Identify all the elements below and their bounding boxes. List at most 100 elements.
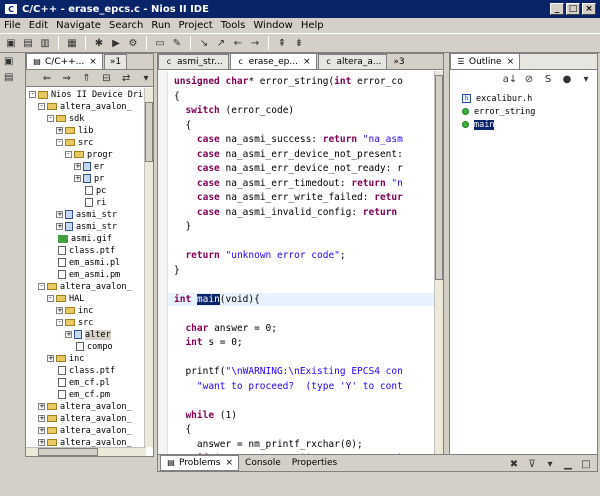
- filter-icon[interactable]: ⊽: [525, 457, 539, 471]
- collapse-icon[interactable]: -: [65, 151, 72, 158]
- expand-icon[interactable]: +: [38, 403, 45, 410]
- external-tools-icon[interactable]: ⚙: [126, 36, 140, 50]
- tree-node[interactable]: + pr: [74, 173, 104, 184]
- pen-icon[interactable]: ✎: [170, 36, 184, 50]
- tree-node[interactable]: + inc: [56, 305, 93, 316]
- tree-node[interactable]: - progr: [65, 149, 113, 160]
- menu-item-edit[interactable]: Edit: [29, 20, 48, 31]
- expand-icon[interactable]: +: [56, 307, 63, 314]
- tree-node[interactable]: + alter: [65, 329, 111, 340]
- collapse-icon[interactable]: -: [29, 91, 36, 98]
- tab-properties[interactable]: Properties: [287, 456, 342, 470]
- new-icon[interactable]: ▣: [4, 36, 18, 50]
- perspective-icon[interactable]: ▣: [4, 56, 18, 70]
- forward-nav-icon[interactable]: ⇒: [60, 71, 74, 85]
- view-menu-icon[interactable]: ▾: [543, 457, 557, 471]
- tree-node[interactable]: + lib: [56, 125, 93, 136]
- delete-icon[interactable]: ✖: [507, 457, 521, 471]
- view-menu-icon[interactable]: ▾: [139, 71, 153, 85]
- close-icon[interactable]: ×: [303, 57, 311, 67]
- link-icon[interactable]: ⇄: [119, 71, 133, 85]
- menu-item-help[interactable]: Help: [301, 20, 324, 31]
- tab-outline[interactable]: ☰ Outline ×: [450, 53, 521, 69]
- tree-node[interactable]: + inc: [47, 353, 84, 364]
- up-icon[interactable]: ⇑: [80, 71, 94, 85]
- outline-item[interactable]: h excalibur.h: [462, 93, 532, 104]
- tree-node[interactable]: + altera_avalon_: [38, 401, 132, 412]
- expand-icon[interactable]: +: [38, 415, 45, 422]
- expand-icon[interactable]: +: [74, 175, 81, 182]
- back-icon[interactable]: ←: [231, 36, 245, 50]
- tab-altera-a[interactable]: c altera_a...: [317, 54, 388, 69]
- tree-node[interactable]: - altera_avalon_: [38, 281, 132, 292]
- close-icon[interactable]: ×: [225, 458, 233, 468]
- tree-node[interactable]: em_asmi.pm: [47, 269, 120, 280]
- forward-icon[interactable]: →: [248, 36, 262, 50]
- hide-nonpublic-icon[interactable]: ●: [560, 72, 574, 86]
- hide-fields-icon[interactable]: ⊘: [522, 72, 536, 86]
- tree-node[interactable]: em_cf.pl: [47, 377, 110, 388]
- expand-icon[interactable]: +: [38, 439, 45, 446]
- collapse-icon[interactable]: -: [38, 103, 45, 110]
- menu-item-project[interactable]: Project: [179, 20, 213, 31]
- menu-item-navigate[interactable]: Navigate: [56, 20, 101, 31]
- view-menu-icon[interactable]: ▾: [579, 72, 593, 86]
- tree-node[interactable]: - altera_avalon_: [38, 101, 132, 112]
- outline-item[interactable]: main: [462, 119, 495, 130]
- tree-node[interactable]: ri: [74, 197, 106, 208]
- tab-erase-epcs[interactable]: c erase_ep... ×: [229, 53, 317, 69]
- close-icon[interactable]: ×: [89, 57, 97, 67]
- debug-icon[interactable]: ✱: [92, 36, 106, 50]
- tab-asmi-str[interactable]: c asmi_str...: [158, 54, 229, 69]
- close-button[interactable]: ×: [582, 3, 596, 15]
- build-icon[interactable]: ▦: [65, 36, 79, 50]
- minimize-view-icon[interactable]: ▁: [561, 457, 575, 471]
- tree-node[interactable]: pc: [74, 185, 106, 196]
- sort-icon[interactable]: a↓: [503, 72, 518, 86]
- expand-icon[interactable]: +: [74, 163, 81, 170]
- tree-node[interactable]: + altera_avalon_: [38, 425, 132, 436]
- collapse-icon[interactable]: -: [47, 295, 54, 302]
- tree-node[interactable]: + asmi_str: [56, 221, 117, 232]
- collapse-icon[interactable]: -: [47, 115, 54, 122]
- collapse-icon[interactable]: -: [56, 319, 63, 326]
- scroll-thumb[interactable]: [145, 102, 153, 162]
- open-folder-icon[interactable]: ▭: [153, 36, 167, 50]
- minimize-button[interactable]: _: [550, 3, 564, 15]
- menu-item-run[interactable]: Run: [151, 20, 170, 31]
- tab-console[interactable]: Console: [240, 456, 286, 470]
- menu-item-window[interactable]: Window: [253, 20, 292, 31]
- run-icon[interactable]: ▶: [109, 36, 123, 50]
- scroll-thumb[interactable]: [435, 75, 443, 280]
- tree-node[interactable]: - src: [56, 137, 93, 148]
- tree-node[interactable]: - sdk: [47, 113, 84, 124]
- tab-overflow[interactable]: »3: [388, 54, 409, 69]
- tree-node[interactable]: class.ptf: [47, 365, 115, 376]
- tree-node[interactable]: em_asmi.pl: [47, 257, 120, 268]
- print-icon[interactable]: ▥: [38, 36, 52, 50]
- tree-node[interactable]: + er: [74, 161, 104, 172]
- tree-node[interactable]: + altera_avalon_: [38, 413, 132, 424]
- save-icon[interactable]: ▤: [21, 36, 35, 50]
- expand-icon[interactable]: +: [56, 211, 63, 218]
- tree-node[interactable]: compo: [65, 341, 113, 352]
- tree-node[interactable]: em_cf.pm: [47, 389, 110, 400]
- scroll-thumb[interactable]: [38, 448, 98, 456]
- expand-icon[interactable]: +: [65, 331, 72, 338]
- back-nav-icon[interactable]: ⇐: [40, 71, 54, 85]
- collapse-icon[interactable]: -: [38, 283, 45, 290]
- tree-horizontal-scrollbar[interactable]: [26, 447, 146, 456]
- hide-static-icon[interactable]: S: [541, 72, 555, 86]
- tree-node[interactable]: asmi.gif: [47, 233, 112, 244]
- close-icon[interactable]: ×: [507, 57, 515, 67]
- tree-node[interactable]: - HAL: [47, 293, 84, 304]
- tab-overflow[interactable]: »1: [103, 54, 128, 69]
- expand-icon[interactable]: +: [38, 427, 45, 434]
- tab-cpp-projects[interactable]: ▤ C/C++... ×: [26, 53, 103, 69]
- tree-vertical-scrollbar[interactable]: [144, 88, 153, 447]
- pin2-icon[interactable]: ⇟: [292, 36, 306, 50]
- cpp-perspective-icon[interactable]: ▤: [4, 72, 18, 86]
- pin-icon[interactable]: ⇞: [275, 36, 289, 50]
- editor-vertical-scrollbar[interactable]: [434, 71, 443, 456]
- menu-item-tools[interactable]: Tools: [221, 20, 246, 31]
